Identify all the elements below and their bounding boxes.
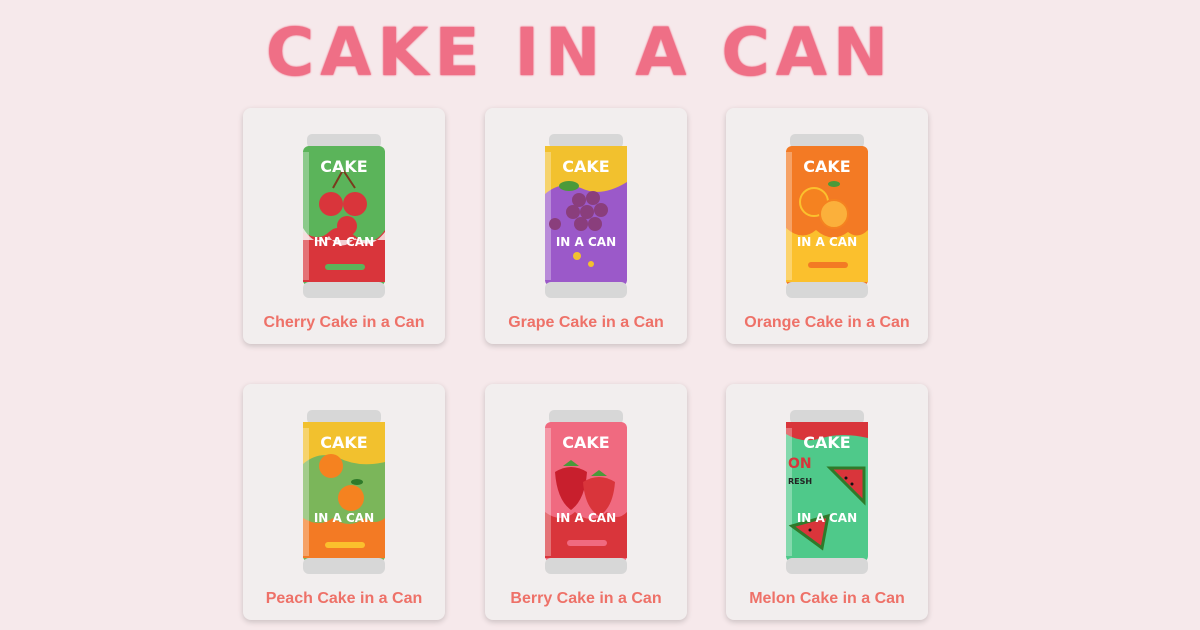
- can-top-text: CAKE: [562, 157, 609, 176]
- peach-can-image: CAKE IN A CAN: [303, 410, 385, 574]
- can-bottom-text: IN A CAN: [314, 235, 374, 249]
- can-top-text: CAKE: [803, 433, 850, 452]
- can-side-text-1: ON: [788, 456, 812, 472]
- can-bottom-text: IN A CAN: [556, 235, 616, 249]
- product-name: Cherry Cake in a Can: [263, 314, 425, 331]
- can-bottom-text: IN A CAN: [556, 511, 616, 525]
- cherry-can-image: CAKE IN A CAN: [303, 134, 385, 298]
- page-title: CAKE IN A CAN: [265, 14, 895, 91]
- product-card-peach[interactable]: CAKE IN A CAN Peach Cake in a Can: [243, 384, 445, 620]
- product-card-melon[interactable]: ON RESH CAKE IN A CAN Melon Cake in a Ca…: [726, 384, 928, 620]
- grape-can-image: CAKE IN A CAN: [545, 134, 627, 298]
- can-top-text: CAKE: [562, 433, 609, 452]
- product-card-berry[interactable]: CAKE IN A CAN Berry Cake in a Can: [485, 384, 687, 620]
- orange-can-image: CAKE IN A CAN: [786, 134, 868, 298]
- product-card-orange[interactable]: CAKE IN A CAN Orange Cake in a Can: [726, 108, 928, 344]
- product-card-cherry[interactable]: CAKE IN A CAN Cherry Cake in a Can: [243, 108, 445, 344]
- can-top-text: CAKE: [320, 157, 367, 176]
- can-top-text: CAKE: [320, 433, 367, 452]
- can-top-text: CAKE: [803, 157, 850, 176]
- product-name: Orange Cake in a Can: [744, 314, 910, 331]
- can-bottom-text: IN A CAN: [797, 511, 857, 525]
- can-side-text-2: RESH: [788, 477, 812, 486]
- product-name: Berry Cake in a Can: [510, 590, 662, 607]
- can-bottom-text: IN A CAN: [314, 511, 374, 525]
- product-name: Grape Cake in a Can: [508, 314, 664, 331]
- watermelon-can-image: ON RESH CAKE IN A CAN: [786, 410, 868, 574]
- can-bottom-text: IN A CAN: [797, 235, 857, 249]
- product-card-grape[interactable]: CAKE IN A CAN Grape Cake in a Can: [485, 108, 687, 344]
- strawberry-can-image: CAKE IN A CAN: [545, 410, 627, 574]
- product-name: Melon Cake in a Can: [749, 590, 905, 607]
- product-name: Peach Cake in a Can: [265, 590, 423, 607]
